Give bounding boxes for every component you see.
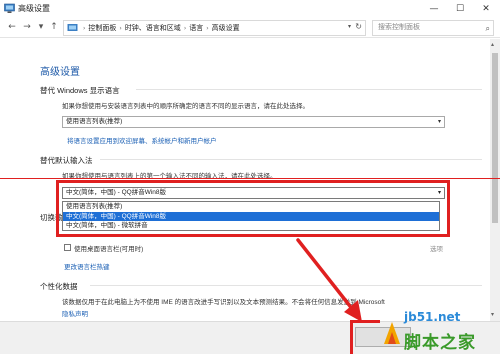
search-icon[interactable]: ⌕ — [486, 22, 490, 36]
annotation-highlight-box — [56, 180, 450, 237]
address-bar[interactable]: › 控制面板 › 时钟、语言和区域 › 语言 › 高级设置 ▾ ↻ — [63, 20, 366, 36]
select-value: 使用语言列表(推荐) — [66, 118, 123, 125]
divider — [90, 285, 482, 286]
search-input[interactable]: 搜索控制面板 ⌕ — [372, 20, 494, 36]
divider — [100, 159, 482, 160]
breadcrumb-item[interactable]: 时钟、语言和区域 — [125, 23, 181, 33]
scroll-up-icon[interactable]: ▴ — [491, 41, 494, 48]
vertical-scrollbar[interactable]: ▴ ▾ — [490, 39, 500, 321]
refresh-icon[interactable]: ↻ — [355, 22, 362, 31]
chevron-right-icon: › — [119, 24, 122, 32]
chevron-down-icon[interactable]: ▾ — [348, 23, 351, 30]
chevron-right-icon: › — [83, 24, 86, 32]
breadcrumb-item[interactable]: 高级设置 — [212, 23, 240, 33]
maximize-button[interactable]: ☐ — [447, 0, 473, 18]
desktop-language-bar-checkbox[interactable] — [64, 244, 71, 251]
section-description: 如果你想使用与安装语言列表中的顺序所确定的语言不同的显示语言，请在此处选择。 — [62, 103, 309, 110]
watermark: jb51.net 脚本之家 — [380, 310, 498, 353]
window-title: 高级设置 — [18, 4, 50, 13]
section-description: 该数据仅用于在此电脑上为不使用 IME 的语言改进手写识别以及文本预测结果。不会… — [62, 299, 385, 306]
chevron-right-icon: › — [183, 24, 187, 32]
section-heading: 替代 Windows 显示语言 — [40, 86, 120, 95]
page-title: 高级设置 — [40, 67, 80, 78]
back-button[interactable]: ← — [5, 20, 19, 34]
close-button[interactable]: ✕ — [473, 0, 499, 18]
navigation-bar: ← → ▾ ↑ › 控制面板 › 时钟、语言和区域 › 语言 › 高级设置 ▾ … — [0, 18, 500, 38]
up-button[interactable]: ↑ — [47, 20, 61, 34]
section-heading: 替代默认输入法 — [40, 156, 93, 165]
breadcrumb-item[interactable]: 控制面板 — [88, 23, 116, 33]
control-panel-icon — [4, 3, 15, 13]
recent-locations-button[interactable]: ▾ — [34, 20, 48, 34]
privacy-statement-link[interactable]: 隐私声明 — [62, 308, 88, 318]
breadcrumb-item[interactable]: 语言 — [189, 23, 203, 33]
divider — [136, 89, 482, 90]
watermark-logo-icon — [384, 322, 400, 344]
control-panel-icon — [67, 23, 78, 31]
checkbox-label: 使用桌面语言栏(可用时) — [74, 246, 144, 253]
annotation-line — [0, 178, 500, 179]
title-bar: 高级设置 — ☐ ✕ — [0, 0, 500, 18]
options-link[interactable]: 选项 — [430, 243, 443, 253]
change-hotkeys-link[interactable]: 更改语言栏热键 — [64, 261, 110, 271]
watermark-site: jb51.net — [404, 310, 461, 324]
watermark-name: 脚本之家 — [404, 333, 476, 353]
annotation-highlight-box — [350, 320, 380, 354]
scrollbar-thumb[interactable] — [492, 53, 498, 223]
search-placeholder: 搜索控制面板 — [378, 24, 420, 31]
chevron-right-icon: › — [206, 24, 209, 32]
minimize-button[interactable]: — — [421, 0, 447, 18]
chevron-down-icon: ▾ — [437, 118, 441, 125]
forward-button[interactable]: → — [20, 20, 34, 34]
apply-language-settings-link[interactable]: 将语言设置应用到欢迎屏幕、系统帐户和新用户帐户 — [67, 135, 217, 145]
display-language-select[interactable]: 使用语言列表(推荐) ▾ — [62, 116, 445, 128]
section-heading: 个性化数据 — [40, 282, 78, 291]
